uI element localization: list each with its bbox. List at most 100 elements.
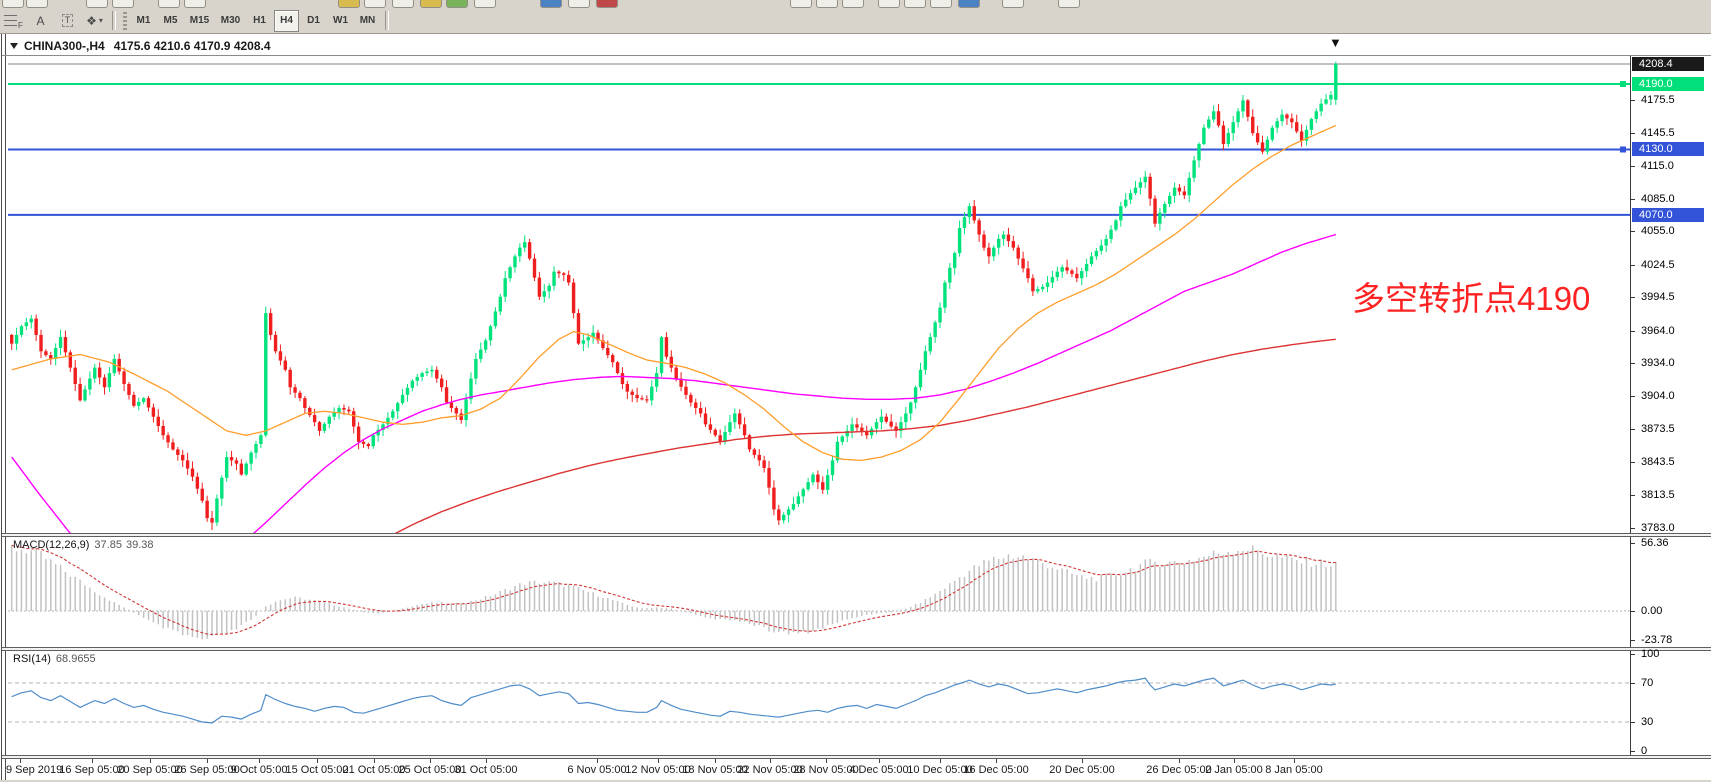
rsi-axis-label: 30 (1641, 716, 1653, 729)
time-axis-tick (259, 759, 260, 763)
toolbar-icon-clipped[interactable] (790, 0, 812, 8)
axis-tick (1630, 396, 1635, 397)
axis-tick (1630, 495, 1635, 496)
price-axis-label: 3904.0 (1641, 390, 1675, 403)
toolbar-icon-clipped[interactable] (842, 0, 864, 8)
toolbar-grip[interactable] (123, 12, 127, 30)
arrows-tool-button[interactable]: ❖ ▾ (82, 9, 107, 32)
toolbar-icon-clipped[interactable] (2, 0, 24, 8)
time-axis[interactable]: 9 Sep 201916 Sep 05:0020 Sep 05:0026 Sep… (2, 759, 1711, 780)
time-axis-label: 21 Oct 05:00 (343, 764, 406, 776)
time-axis-tick (996, 759, 997, 763)
timeframe-button-m1[interactable]: M1 (131, 10, 156, 32)
macd-signal-value: 39.38 (126, 539, 154, 551)
axis-tick (1630, 363, 1635, 364)
time-axis-tick (374, 759, 375, 763)
time-axis-label: 31 Oct 05:00 (455, 764, 518, 776)
time-axis-tick (940, 759, 941, 763)
window-edge-line (1, 34, 2, 780)
time-axis-label: 20 Dec 05:00 (1049, 764, 1114, 776)
time-axis-label: 6 Nov 05:00 (567, 764, 626, 776)
toolbar-icon-clipped[interactable] (540, 0, 562, 8)
hline-price-tag: 4130.0 (1632, 142, 1704, 156)
timeframe-button-d1[interactable]: D1 (301, 10, 326, 32)
price-axis-label: 3964.0 (1641, 325, 1675, 338)
timeframe-toolbar: M1M5M15M30H1H4D1W1MN (130, 10, 381, 32)
window-edge-line (5, 34, 6, 780)
ohlc-readout: 4175.6 4210.6 4170.9 4208.4 (114, 39, 271, 53)
timeframe-button-h1[interactable]: H1 (247, 10, 272, 32)
axis-tick (1630, 654, 1635, 655)
time-axis-label: 15 Oct 05:00 (286, 764, 349, 776)
rsi-axis-label: 70 (1641, 677, 1653, 690)
timeframe-button-m30[interactable]: M30 (216, 10, 245, 32)
price-axis-label: 3994.5 (1641, 291, 1675, 304)
toolbar-separator (385, 11, 389, 30)
rsi-axis-label: 0 (1641, 745, 1647, 758)
timeframe-button-m5[interactable]: M5 (158, 10, 183, 32)
macd-pane[interactable] (8, 537, 1630, 647)
rsi-pane[interactable] (8, 651, 1630, 755)
toolbar-icon-clipped[interactable] (420, 0, 442, 8)
axis-tick (1630, 297, 1635, 298)
toolbar-icon-clipped[interactable] (392, 0, 414, 8)
toolbar-icon-clipped[interactable] (446, 0, 468, 8)
time-axis-label: 12 Nov 05:00 (625, 764, 690, 776)
text-tool-label: A (36, 14, 44, 28)
time-axis-tick (1179, 759, 1180, 763)
toolbar-icon-clipped[interactable] (568, 0, 590, 8)
chart-text-annotation[interactable]: 多空转折点4190 (1352, 272, 1590, 320)
toolbar-icon-clipped[interactable] (474, 0, 496, 8)
toolbar-icon-clipped[interactable] (1002, 0, 1024, 8)
timeframe-button-mn[interactable]: MN (355, 10, 380, 32)
rsi-axis-label: 100 (1641, 648, 1659, 661)
rsi-value: 68.9655 (56, 653, 96, 665)
time-axis-tick (20, 759, 21, 763)
timeframe-button-w1[interactable]: W1 (328, 10, 353, 32)
toolbar-icon-clipped[interactable] (958, 0, 980, 8)
toolbar-icon-clipped[interactable] (184, 0, 206, 8)
macd-name: MACD(12,26,9) (13, 539, 89, 551)
text-label-icon: T (62, 14, 74, 27)
down-arrow-marker-icon[interactable]: ▼ (1329, 36, 1342, 49)
price-axis-label: 3843.5 (1641, 456, 1675, 469)
macd-axis-label: 56.36 (1641, 537, 1669, 550)
chart-menu-arrow-icon[interactable] (10, 43, 18, 49)
toolbar-icon-clipped[interactable] (364, 0, 386, 8)
timeframe-button-h4[interactable]: H4 (274, 10, 299, 32)
text-label-tool-button[interactable]: T (55, 9, 80, 32)
toolbar-icon-clipped[interactable] (878, 0, 900, 8)
toolbar-icon-clipped[interactable] (904, 0, 926, 8)
toolbar-icon-clipped[interactable] (86, 0, 108, 8)
text-tool-button[interactable]: A (28, 9, 53, 32)
price-axis-label: 3934.0 (1641, 357, 1675, 370)
toolbar-icon-clipped[interactable] (112, 0, 134, 8)
price-axis[interactable]: 4175.54145.54115.04085.04055.04024.53994… (1630, 34, 1711, 780)
toolbar-icon-clipped[interactable] (930, 0, 952, 8)
toolbar-icon-clipped[interactable] (816, 0, 838, 8)
time-axis-tick (150, 759, 151, 763)
fibonacci-icon (4, 15, 17, 26)
toolbar-icon-clipped[interactable] (338, 0, 360, 8)
time-axis-label: 20 Sep 05:00 (117, 764, 182, 776)
macd-axis-label: 0.00 (1641, 605, 1662, 618)
time-axis-tick (770, 759, 771, 763)
timeframe-button-m15[interactable]: M15 (185, 10, 214, 32)
axis-tick (1630, 231, 1635, 232)
time-axis-label: 9 Oct 05:00 (231, 764, 288, 776)
toolbar-icon-clipped[interactable] (1058, 0, 1080, 8)
fibonacci-tool-button[interactable]: F (1, 9, 26, 32)
toolbar-icon-clipped[interactable] (596, 0, 618, 8)
time-axis-label: 2 Jan 05:00 (1205, 764, 1263, 776)
toolbar-icon-clipped[interactable] (26, 0, 48, 8)
toolbar-icon-clipped[interactable] (158, 0, 180, 8)
time-axis-label: 4 Dec 05:00 (849, 764, 908, 776)
price-axis-label: 3783.0 (1641, 522, 1675, 535)
time-axis-label: 16 Dec 05:00 (963, 764, 1028, 776)
axis-tick (1630, 462, 1635, 463)
time-axis-tick (597, 759, 598, 763)
rsi-name: RSI(14) (13, 653, 51, 665)
time-axis-tick (430, 759, 431, 763)
axis-tick (1630, 722, 1635, 723)
time-axis-label: 26 Dec 05:00 (1146, 764, 1211, 776)
